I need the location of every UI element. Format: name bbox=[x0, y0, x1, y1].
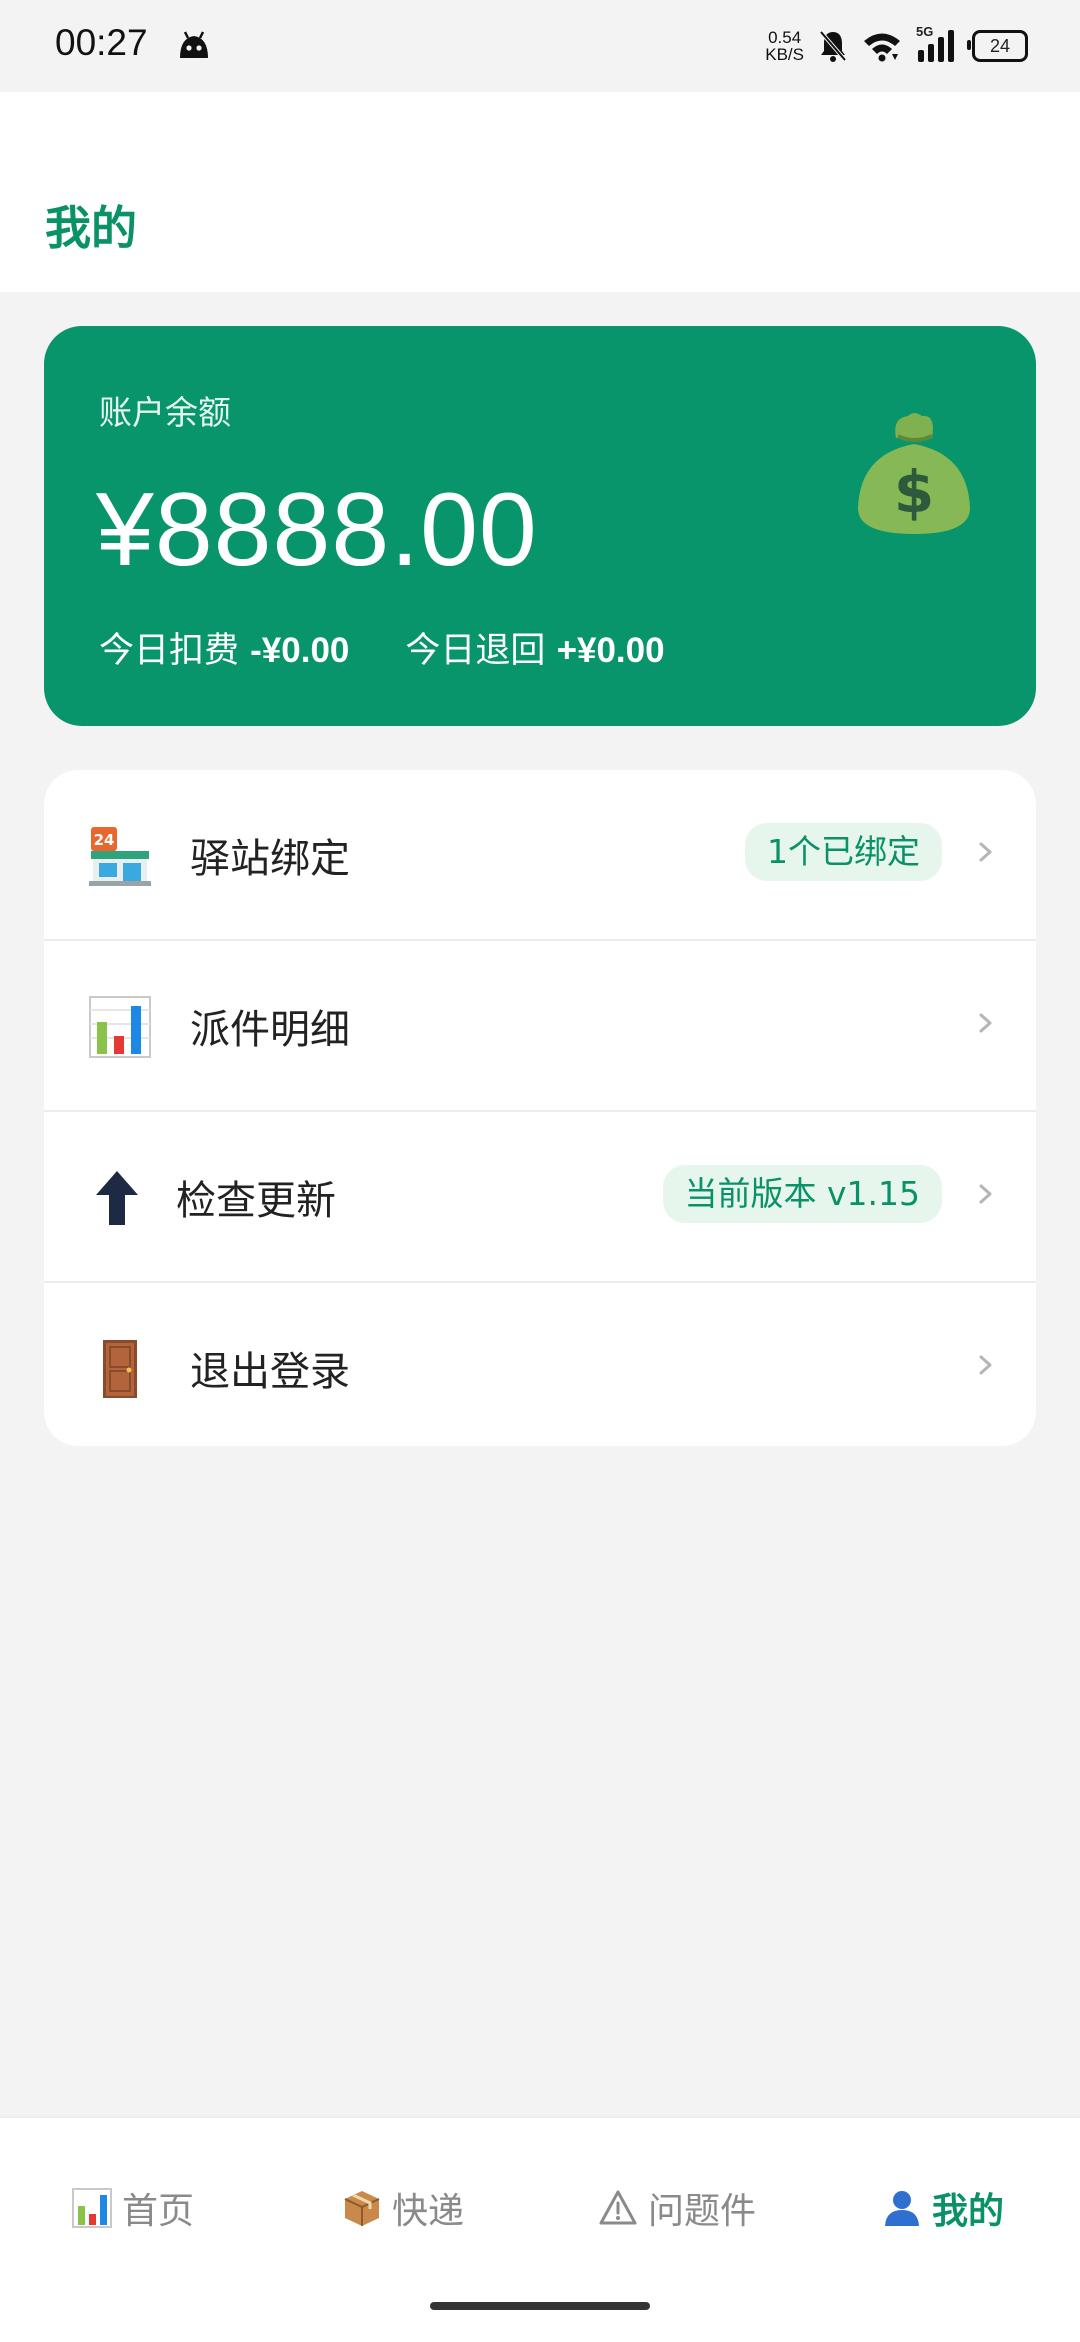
menu-item-delivery-details[interactable]: 派件明细 bbox=[44, 941, 1036, 1112]
money-bag-icon: $ bbox=[858, 413, 970, 534]
today-refund: 今日退回 +¥0.00 bbox=[405, 622, 664, 673]
balance-card: 账户余额 ¥8888.00 今日扣费 -¥0.00 今日退回 +¥0.00 $ bbox=[44, 326, 1036, 726]
tab-label: 首页 bbox=[122, 2191, 195, 2232]
binding-status-badge: 1个已绑定 bbox=[745, 823, 942, 881]
tab-label: 问题件 bbox=[648, 2191, 757, 2232]
tab-mine[interactable]: 我的 bbox=[882, 2168, 1004, 2248]
status-bar: 00:27 0.54 KB/S 5G 24 bbox=[0, 0, 1080, 92]
net-speed-unit: KB/S bbox=[765, 45, 804, 64]
menu-item-check-update[interactable]: 检查更新 当前版本 v1.15 bbox=[44, 1112, 1036, 1283]
svg-text:24: 24 bbox=[94, 831, 115, 849]
menu-item-label: 派件明细 bbox=[190, 1007, 350, 1053]
status-icons: 0.54 KB/S 5G 24 bbox=[765, 22, 1028, 70]
bar-chart-icon bbox=[72, 2188, 112, 2228]
tab-label: 我的 bbox=[932, 2191, 1005, 2232]
door-icon bbox=[103, 1340, 137, 1398]
chevron-right-icon bbox=[979, 1355, 992, 1375]
up-arrow-icon bbox=[96, 1171, 138, 1225]
menu-item-logout[interactable]: 退出登录 bbox=[44, 1283, 1036, 1446]
signal-bars-icon bbox=[918, 30, 954, 62]
bar-chart-icon bbox=[89, 996, 151, 1058]
menu-item-label: 退出登录 bbox=[190, 1349, 350, 1395]
page-title: 我的 bbox=[45, 201, 137, 255]
page-header: 我的 bbox=[0, 92, 1080, 292]
net-speed: 0.54 KB/S bbox=[765, 29, 804, 63]
today-deduct-value: -¥0.00 bbox=[250, 631, 350, 670]
battery-level: 24 bbox=[989, 35, 1011, 56]
menu-item-label: 检查更新 bbox=[176, 1178, 336, 1224]
menu-item-station-binding[interactable]: 24 驿站绑定 1个已绑定 bbox=[44, 770, 1036, 941]
battery-indicator: 24 bbox=[967, 30, 1028, 62]
tab-problem-items[interactable]: 问题件 bbox=[598, 2168, 756, 2248]
svg-text:$: $ bbox=[894, 458, 934, 526]
net-speed-value: 0.54 bbox=[768, 28, 802, 47]
menu-list: 24 驿站绑定 1个已绑定 派件明细 检查更新 当前版本 v1.15 退出登录 bbox=[44, 770, 1036, 1446]
wifi-icon bbox=[864, 33, 900, 62]
balance-label: 账户余额 bbox=[99, 393, 231, 432]
home-indicator[interactable] bbox=[430, 2302, 650, 2310]
today-deduct: 今日扣费 -¥0.00 bbox=[99, 622, 349, 673]
tab-home[interactable]: 首页 bbox=[72, 2168, 194, 2248]
today-refund-label: 今日退回 bbox=[405, 631, 546, 671]
tab-express[interactable]: 快递 bbox=[342, 2168, 464, 2248]
balance-stats: 今日扣费 -¥0.00 今日退回 +¥0.00 bbox=[99, 622, 665, 673]
bell-muted-icon bbox=[819, 30, 847, 62]
chevron-right-icon bbox=[979, 1184, 992, 1204]
chevron-right-icon bbox=[979, 842, 992, 862]
balance-amount: ¥8888.00 bbox=[96, 472, 538, 588]
store-24h-icon: 24 bbox=[89, 827, 151, 886]
cell-signal: 5G bbox=[916, 24, 958, 64]
version-badge: 当前版本 v1.15 bbox=[662, 1165, 942, 1223]
warning-icon bbox=[599, 2190, 637, 2225]
user-icon bbox=[885, 2191, 919, 2226]
menu-item-label: 驿站绑定 bbox=[190, 836, 350, 882]
today-deduct-label: 今日扣费 bbox=[99, 631, 240, 671]
android-robot-icon bbox=[180, 31, 208, 58]
package-icon bbox=[344, 2191, 380, 2226]
status-time: 00:27 bbox=[55, 22, 148, 63]
tab-label: 快递 bbox=[392, 2191, 465, 2232]
chevron-right-icon bbox=[979, 1013, 992, 1033]
today-refund-value: +¥0.00 bbox=[556, 631, 665, 670]
